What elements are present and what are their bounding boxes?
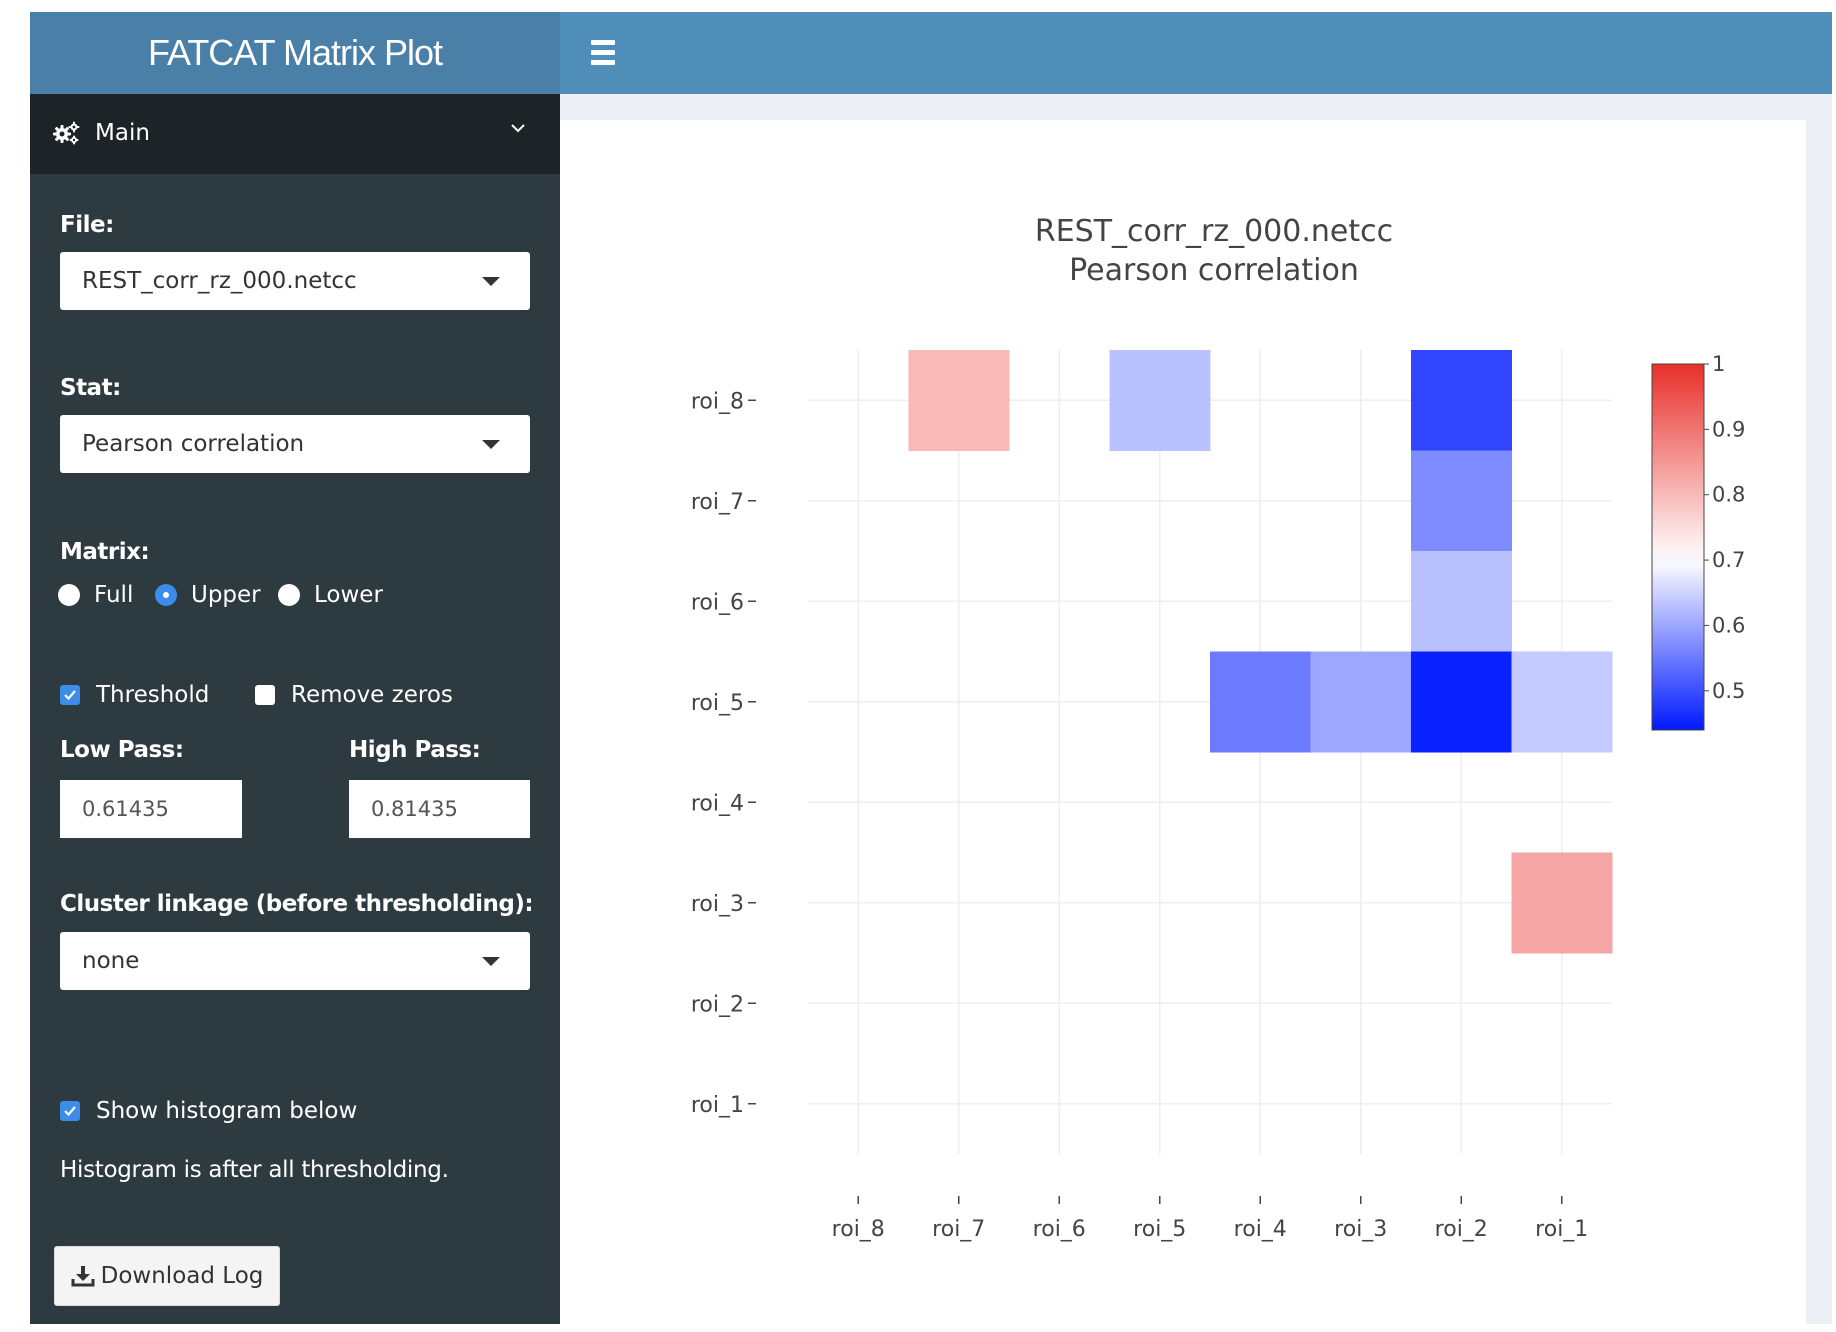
chart-title: REST_corr_rz_000.netcc xyxy=(1035,214,1393,249)
matrix-radio-full[interactable]: Full xyxy=(58,582,133,608)
hamburger-icon[interactable] xyxy=(585,40,621,66)
check-icon xyxy=(64,690,76,701)
matrix-radio-upper[interactable]: Upper xyxy=(155,582,261,608)
low-pass-label: Low Pass: xyxy=(60,737,184,763)
stat-select-value: Pearson correlation xyxy=(82,431,305,457)
sidebar-menu-main-label: Main xyxy=(95,120,150,146)
caret-down-icon xyxy=(482,277,500,286)
y-tick-label: roi_4 xyxy=(691,791,744,816)
heatmap-cell[interactable] xyxy=(1310,651,1412,753)
colorbar-tick-label: 1 xyxy=(1712,352,1725,376)
caret-down-icon xyxy=(482,440,500,449)
sidebar: Main File: REST_corr_rz_000.netcc Stat: … xyxy=(30,94,560,1324)
heatmap-cell[interactable] xyxy=(1109,350,1211,451)
radio-button[interactable] xyxy=(278,584,300,606)
x-tick-label: roi_4 xyxy=(1234,1217,1287,1242)
matrix-label: Matrix: xyxy=(60,539,150,565)
matrix-radio-upper-label: Upper xyxy=(191,582,261,608)
x-tick-label: roi_6 xyxy=(1033,1217,1086,1242)
colorbar-tick-label: 0.7 xyxy=(1712,548,1745,572)
top-header: FATCAT Matrix Plot xyxy=(30,12,1832,94)
remove-zeros-label: Remove zeros xyxy=(291,682,453,708)
download-icon xyxy=(71,1266,95,1287)
x-tick-label: roi_8 xyxy=(832,1217,885,1242)
matrix-radio-lower[interactable]: Lower xyxy=(278,582,383,608)
stat-select[interactable]: Pearson correlation xyxy=(60,415,530,473)
cluster-linkage-value: none xyxy=(82,948,140,974)
y-tick-label: roi_8 xyxy=(691,389,744,414)
colorbar-tick-label: 0.8 xyxy=(1712,483,1745,507)
matrix-radio-full-label: Full xyxy=(94,582,134,608)
remove-zeros-checkbox[interactable]: Remove zeros xyxy=(255,682,453,708)
radio-button[interactable] xyxy=(58,584,80,606)
threshold-label: Threshold xyxy=(96,682,210,708)
low-pass-input[interactable]: 0.61435 xyxy=(60,780,242,838)
radio-button-selected[interactable] xyxy=(155,584,177,606)
colorbar-tick-label: 0.5 xyxy=(1712,679,1745,703)
checkbox-checked[interactable] xyxy=(60,685,80,705)
cluster-linkage-select[interactable]: none xyxy=(60,932,530,990)
y-tick-label: roi_2 xyxy=(691,992,744,1017)
app-title: FATCAT Matrix Plot xyxy=(30,12,560,94)
heatmap-cell[interactable] xyxy=(1411,350,1512,451)
stat-label: Stat: xyxy=(60,375,121,401)
panel-scroll-gutter xyxy=(1806,120,1832,1324)
gears-icon xyxy=(53,121,80,145)
y-tick-label: roi_1 xyxy=(691,1093,744,1118)
heatmap-cell[interactable] xyxy=(1511,852,1613,954)
y-tick-label: roi_7 xyxy=(691,490,744,515)
caret-down-icon xyxy=(482,957,500,966)
show-histogram-label: Show histogram below xyxy=(96,1098,358,1124)
histogram-note: Histogram is after all thresholding. xyxy=(60,1157,449,1183)
download-log-button[interactable]: Download Log xyxy=(54,1246,280,1306)
sidebar-menu-main[interactable]: Main xyxy=(30,94,560,174)
y-tick-label: roi_5 xyxy=(691,691,744,716)
checkbox-unchecked[interactable] xyxy=(255,685,275,705)
threshold-checkbox[interactable]: Threshold xyxy=(60,682,209,708)
heatmap-cell[interactable] xyxy=(1210,651,1311,753)
heatmap-cell[interactable] xyxy=(1511,651,1613,753)
x-tick-label: roi_1 xyxy=(1535,1217,1588,1242)
heatmap-cell[interactable] xyxy=(1411,651,1512,753)
colorbar xyxy=(1651,363,1705,731)
x-tick-label: roi_2 xyxy=(1435,1217,1488,1242)
high-pass-label: High Pass: xyxy=(349,737,481,763)
heatmap-cell[interactable] xyxy=(1411,450,1512,552)
checkbox-checked[interactable] xyxy=(60,1101,80,1121)
file-select[interactable]: REST_corr_rz_000.netcc xyxy=(60,252,530,310)
x-tick-label: roi_3 xyxy=(1334,1217,1387,1242)
x-tick-label: roi_7 xyxy=(932,1217,985,1242)
app-window: FATCAT Matrix Plot Main File: REST_corr_… xyxy=(30,12,1832,1324)
show-histogram-checkbox[interactable]: Show histogram below xyxy=(60,1098,357,1124)
colorbar-tick-label: 0.6 xyxy=(1712,613,1745,637)
check-icon xyxy=(64,1106,76,1117)
cluster-linkage-label: Cluster linkage (before thresholding): xyxy=(60,891,534,917)
x-tick-label: roi_5 xyxy=(1133,1217,1186,1242)
matrix-radio-lower-label: Lower xyxy=(314,582,383,608)
download-log-label: Download Log xyxy=(100,1263,264,1289)
chart-subtitle: Pearson correlation xyxy=(1069,253,1359,288)
y-tick-label: roi_3 xyxy=(691,892,744,917)
file-label: File: xyxy=(60,212,114,238)
chevron-down-icon[interactable] xyxy=(510,122,526,134)
colorbar-tick-label: 0.9 xyxy=(1712,417,1745,441)
plot-panel: REST_corr_rz_000.netcc Pearson correlati… xyxy=(560,120,1832,1324)
y-tick-label: roi_6 xyxy=(691,590,744,615)
heatmap-cell[interactable] xyxy=(1411,551,1512,652)
file-select-value: REST_corr_rz_000.netcc xyxy=(82,268,357,294)
heatmap-cell[interactable] xyxy=(908,350,1010,451)
high-pass-input[interactable]: 0.81435 xyxy=(349,780,530,838)
heatmap-chart[interactable]: REST_corr_rz_000.netcc Pearson correlati… xyxy=(560,120,1806,1324)
